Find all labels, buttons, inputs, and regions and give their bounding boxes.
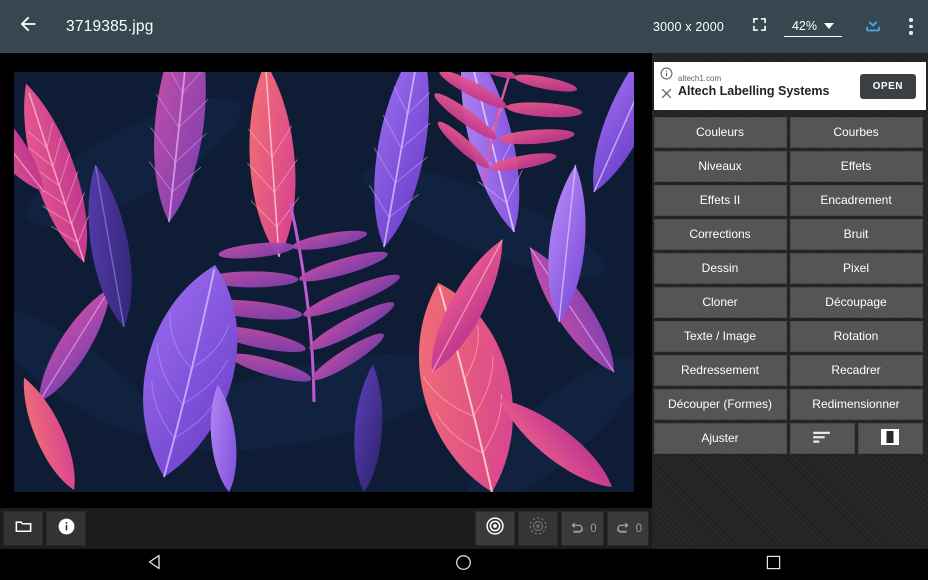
undo-icon [568,517,586,540]
ad-text: altech1.com Altech Labelling Systems [676,74,860,99]
image-canvas-area[interactable] [0,53,652,508]
nav-recents-button[interactable] [738,549,808,580]
nav-home-button[interactable] [429,549,499,580]
tool-pixel[interactable]: Pixel [789,252,923,284]
tool-redimensionner[interactable]: Redimensionner [789,388,923,420]
target-active-icon [485,516,505,541]
ad-banner[interactable]: altech1.com Altech Labelling Systems OPE… [652,62,928,110]
overflow-menu-button[interactable] [894,0,928,53]
arrow-left-icon [17,13,39,40]
android-nav-bar [0,549,928,580]
tool-bruit[interactable]: Bruit [789,218,923,250]
tool-decoupage[interactable]: Découpage [789,286,923,318]
tool-dessin[interactable]: Dessin [653,252,787,284]
tool-couleurs[interactable]: Couleurs [653,116,787,148]
page-title: 3719385.jpg [66,17,154,35]
tool-redressement[interactable]: Redressement [653,354,787,386]
back-button[interactable] [0,0,56,53]
info-circle-icon[interactable] [660,67,673,85]
nav-back-triangle-icon [147,554,163,575]
info-icon [57,517,76,541]
spinner-underline [784,35,842,38]
tool-cloner[interactable]: Cloner [653,286,787,318]
tools-panel: altech1.com Altech Labelling Systems OPE… [652,53,928,549]
split-compare-button[interactable] [857,422,923,454]
ad-controls [654,62,676,110]
open-folder-button[interactable] [3,511,43,546]
bottom-toolbar: 0 0 [0,508,652,549]
bottom-toolbar-actions: 0 0 [472,511,649,546]
tool-encadrement[interactable]: Encadrement [789,184,923,216]
image-dimensions: 3000 x 2000 [652,19,724,34]
zoom-level-value: 42% [791,18,818,33]
tool-decouper-formes[interactable]: Découper (Formes) [653,388,787,420]
tool-button-grid: Couleurs Courbes Niveaux Effets Effets I… [652,115,928,455]
split-compare-icon [880,428,900,449]
tool-effets-2[interactable]: Effets II [653,184,787,216]
target-inactive-button[interactable] [518,511,559,546]
tool-ajuster[interactable]: Ajuster [653,422,787,454]
chevron-down-icon [824,22,835,29]
more-vertical-icon [909,18,913,35]
redo-count: 0 [635,522,642,535]
download-button[interactable] [856,0,890,53]
tool-rotation[interactable]: Rotation [789,320,923,352]
nav-back-button[interactable] [120,549,190,580]
app-root: 3719385.jpg 3000 x 2000 42% 0 0 altech1.… [0,0,928,580]
zoom-level-dropdown[interactable]: 42% [784,16,842,38]
nav-recents-square-icon [766,555,781,575]
histogram-align-icon [811,430,833,447]
tool-courbes[interactable]: Courbes [789,116,923,148]
photo-preview[interactable] [14,72,634,492]
histogram-align-button[interactable] [789,422,855,454]
tool-recadrer[interactable]: Recadrer [789,354,923,386]
redo-icon [614,517,632,540]
top-bar-actions: 3000 x 2000 42% [653,0,928,53]
close-x-icon[interactable] [660,87,673,105]
image-info-button[interactable] [46,511,86,546]
tool-effets[interactable]: Effets [789,150,923,182]
ad-open-button[interactable]: OPEN [859,73,916,99]
nav-home-circle-icon [455,554,472,576]
ad-url: altech1.com [678,73,722,83]
target-active-button[interactable] [475,511,516,546]
ad-title: Altech Labelling Systems [678,83,830,98]
top-app-bar: 3719385.jpg 3000 x 2000 42% [0,0,928,53]
download-icon [862,13,884,40]
undo-count: 0 [590,522,597,535]
tool-texte-image[interactable]: Texte / Image [653,320,787,352]
target-inactive-icon [528,516,548,541]
tool-corrections[interactable]: Corrections [653,218,787,250]
folder-icon [14,517,33,541]
tropical-leaves-artwork [14,72,634,492]
undo-button[interactable]: 0 [561,511,604,546]
fullscreen-button[interactable] [742,0,776,53]
fullscreen-icon [751,16,768,38]
redo-button[interactable]: 0 [606,511,649,546]
tool-niveaux[interactable]: Niveaux [653,150,787,182]
